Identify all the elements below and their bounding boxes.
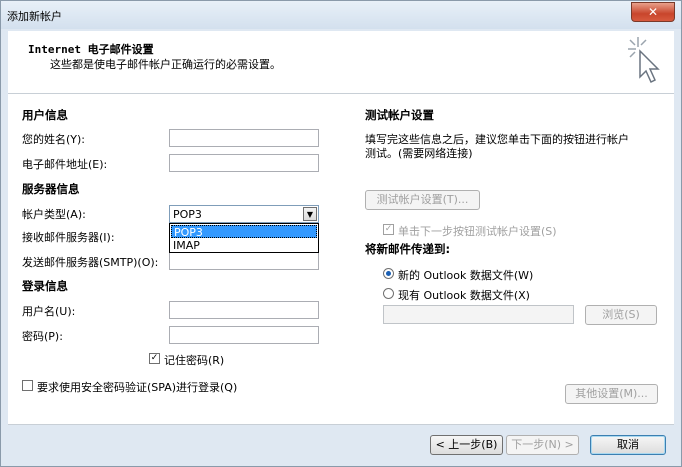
footer-separator [8,424,674,425]
password-label: 密码(P): [22,330,63,343]
chevron-down-icon[interactable]: ▼ [303,207,317,221]
close-icon: ✕ [647,5,659,19]
password-field[interactable] [169,326,319,344]
more-settings-button[interactable]: 其他设置(M)... [565,384,658,404]
data-file-path-field[interactable] [383,305,574,324]
settings-content: 用户信息 您的姓名(Y): 电子邮件地址(E): 服务器信息 帐户类型(A): … [8,94,674,424]
deliver-to-heading: 将新邮件传递到: [365,242,451,256]
existing-data-file-label: 现有 Outlook 数据文件(X) [398,289,530,302]
auto-test-checkbox[interactable]: ✓ [383,224,394,235]
server-info-heading: 服务器信息 [22,182,80,196]
close-button[interactable]: ✕ [631,2,675,22]
page-title: Internet 电子邮件设置 [28,43,154,56]
account-type-option-imap[interactable]: IMAP [171,239,317,252]
user-info-heading: 用户信息 [22,108,68,122]
account-type-dropdown[interactable]: POP3 ▼ [169,205,319,223]
email-label: 电子邮件地址(E): [22,158,108,171]
outgoing-server-field[interactable] [169,252,319,270]
account-type-value: POP3 [173,208,202,221]
test-account-button[interactable]: 测试帐户设置(T)... [365,190,480,210]
auto-test-label: 单击下一步按钮测试帐户设置(S) [398,225,557,238]
name-field[interactable] [169,129,319,147]
remember-password-checkbox[interactable]: ✓ [149,353,160,364]
next-button[interactable]: 下一步(N) > [506,435,579,455]
add-account-dialog: 添加新帐户 ✕ Internet 电子邮件设置 这些都是使电子邮件帐户正确运行的… [0,0,682,467]
existing-data-file-radio[interactable] [383,288,394,299]
account-type-listbox: POP3 IMAP [169,223,319,253]
magic-wand-cursor-icon [628,37,660,84]
new-data-file-radio[interactable] [383,268,394,279]
email-field[interactable] [169,154,319,172]
account-type-option-pop3[interactable]: POP3 [171,225,317,239]
login-info-heading: 登录信息 [22,279,68,293]
spa-label: 要求使用安全密码验证(SPA)进行登录(Q) [37,381,238,394]
incoming-server-label: 接收邮件服务器(I): [22,231,115,244]
username-field[interactable] [169,301,319,319]
title-bar: 添加新帐户 ✕ [1,1,681,29]
remember-password-label: 记住密码(R) [164,354,225,367]
outgoing-server-label: 发送邮件服务器(SMTP)(O): [22,256,159,269]
test-settings-heading: 测试帐户设置 [365,108,434,122]
account-type-label: 帐户类型(A): [22,208,86,221]
back-button[interactable]: < 上一步(B) [430,435,503,455]
username-label: 用户名(U): [22,305,76,318]
name-label: 您的姓名(Y): [22,133,86,146]
page-subtitle: 这些都是使电子邮件帐户正确运行的必需设置。 [50,58,281,71]
spa-checkbox[interactable] [22,380,33,391]
cancel-button[interactable]: 取消 [590,435,666,455]
header-panel: Internet 电子邮件设置 这些都是使电子邮件帐户正确运行的必需设置。 [8,31,674,94]
new-data-file-label: 新的 Outlook 数据文件(W) [398,269,534,282]
window-title: 添加新帐户 [7,10,62,23]
browse-button[interactable]: 浏览(S) [585,305,657,325]
test-description-line2: 测试。(需要网络连接) [365,147,473,160]
